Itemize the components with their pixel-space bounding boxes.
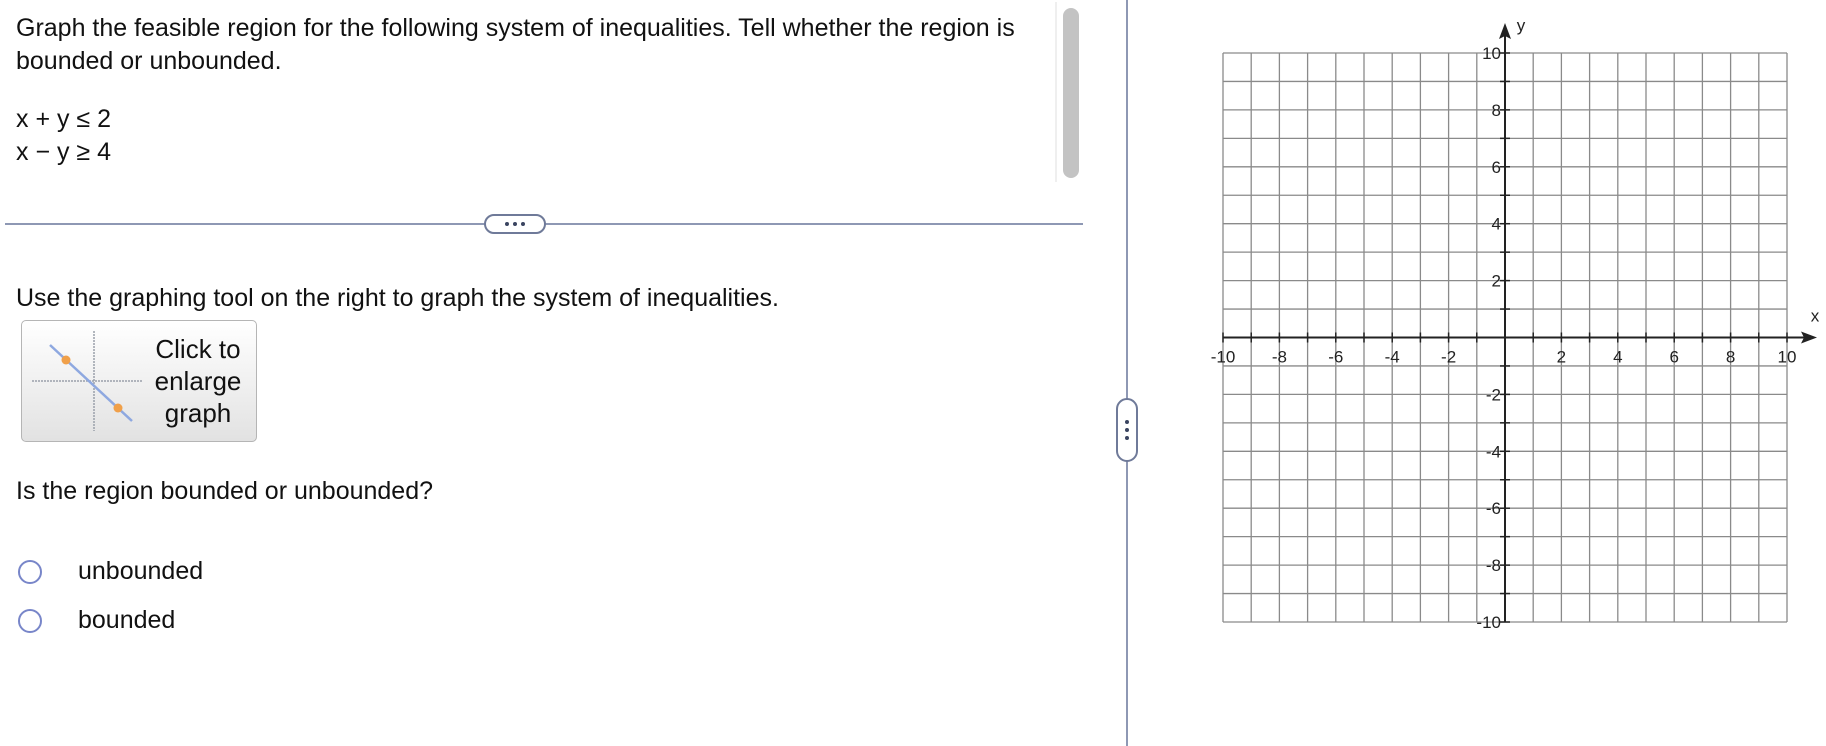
- x-tick-label: 6: [1669, 348, 1678, 367]
- coordinate-grid[interactable]: -10 -8 -6 -4 -2 2 4 6 8 10 10 8 6 4 2 -2 -4 -6 -8 -10 x y: [1200, 0, 1826, 746]
- radio-bounded[interactable]: [18, 608, 42, 633]
- y-tick-label: 8: [1492, 101, 1501, 120]
- enlarge-label-line-1: Click to: [155, 334, 241, 364]
- enlarge-label-line-3: graph: [164, 398, 232, 428]
- ellipsis-icon-dot: [513, 222, 517, 226]
- x-tick-label: 4: [1613, 348, 1622, 367]
- inequality-2: x − y ≥ 4: [16, 138, 112, 166]
- inequality-1: x + y ≤ 2: [16, 105, 112, 133]
- choice-bounded[interactable]: bounded: [18, 604, 175, 637]
- x-tick-label: -2: [1441, 348, 1456, 367]
- vertical-resize-handle[interactable]: [1116, 398, 1138, 462]
- ellipsis-icon-dot: [1125, 436, 1129, 440]
- x-tick-label: 10: [1778, 348, 1797, 367]
- y-tick-label: 6: [1492, 158, 1501, 177]
- x-axis-label: x: [1811, 307, 1820, 326]
- scrollbar-track: [1055, 2, 1057, 182]
- ellipsis-icon: [505, 222, 509, 226]
- problem-scrollbar[interactable]: [1063, 8, 1079, 178]
- y-tick-label: -8: [1486, 556, 1501, 575]
- y-tick-label: 4: [1492, 215, 1501, 234]
- ellipsis-icon-dot: [521, 222, 525, 226]
- radio-unbounded[interactable]: [18, 559, 42, 584]
- instruction-text: Use the graphing tool on the right to gr…: [16, 284, 779, 312]
- choice-label-bounded: bounded: [78, 606, 176, 634]
- x-tick-label: -4: [1385, 348, 1400, 367]
- problem-statement-area: Graph the feasible region for the follow…: [0, 0, 1079, 185]
- y-tick-label: -2: [1486, 385, 1501, 404]
- y-tick-label: 2: [1492, 272, 1501, 291]
- y-tick-label: -10: [1476, 613, 1501, 632]
- y-tick-label: 10: [1482, 44, 1501, 63]
- left-pane: Graph the feasible region for the follow…: [0, 0, 1110, 746]
- vertical-divider: [1126, 0, 1128, 746]
- x-tick-label: 2: [1557, 348, 1566, 367]
- x-tick-label: -8: [1272, 348, 1287, 367]
- choice-unbounded[interactable]: unbounded: [18, 555, 203, 588]
- enlarge-label-line-2: enlarge: [154, 366, 242, 396]
- x-tick-label: -6: [1328, 348, 1343, 367]
- question-text: Is the region bounded or unbounded?: [16, 477, 434, 505]
- horizontal-resize-handle[interactable]: [484, 214, 546, 234]
- x-tick-label: -10: [1211, 348, 1236, 367]
- problem-prompt: Graph the feasible region for the follow…: [16, 14, 1015, 75]
- enlarge-graph-label: Click to enlarge graph: [134, 333, 262, 429]
- ellipsis-icon: [1125, 420, 1129, 424]
- enlarge-graph-button[interactable]: Click to enlarge graph: [21, 320, 257, 442]
- y-tick-label: -4: [1486, 442, 1501, 461]
- graph-thumbnail-icon: [32, 331, 142, 431]
- choice-label-unbounded: unbounded: [78, 557, 204, 585]
- x-tick-label: 8: [1726, 348, 1735, 367]
- y-axis-label: y: [1517, 16, 1526, 35]
- graph-panel: -10 -8 -6 -4 -2 2 4 6 8 10 10 8 6 4 2 -2 -4 -6 -8 -10 x y: [1200, 0, 1826, 746]
- y-tick-label: -6: [1486, 499, 1501, 518]
- ellipsis-icon-dot: [1125, 428, 1129, 432]
